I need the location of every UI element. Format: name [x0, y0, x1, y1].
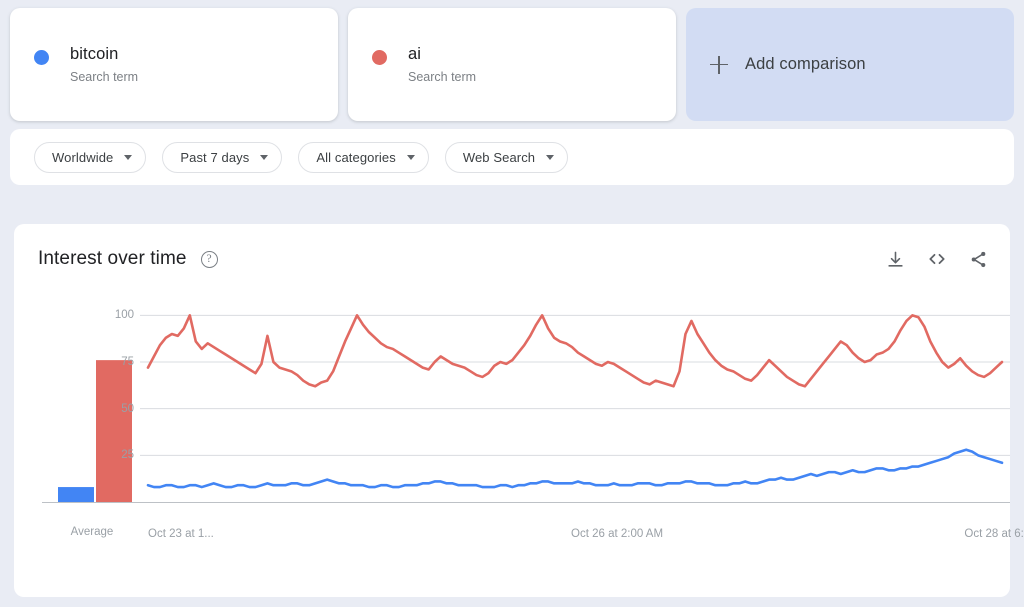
filter-search-type-dropdown[interactable]: Web Search	[444, 141, 569, 173]
chart-actions	[886, 249, 988, 269]
filter-label: Worldwide	[52, 149, 114, 165]
chevron-down-icon	[124, 154, 133, 160]
trends-page: bitcoin Search term ai Search term Add c…	[0, 0, 1024, 607]
average-bar-bitcoin	[58, 487, 94, 502]
chart-body: Average 25 50 75 100 Oct 23 at 1... Oct 26 a…	[14, 294, 1024, 597]
filter-location-dropdown[interactable]: Worldwide	[34, 141, 147, 173]
term-name: bitcoin	[70, 45, 119, 63]
share-icon[interactable]	[969, 250, 988, 269]
filter-bar: Worldwide Past 7 days All categories Web…	[10, 129, 1014, 185]
average-axis-label: Average	[70, 526, 114, 538]
chevron-down-icon	[546, 154, 555, 160]
filter-category-dropdown[interactable]: All categories	[298, 141, 429, 173]
add-comparison-label: Add comparison	[745, 55, 866, 73]
term-subtitle: Search term	[408, 70, 477, 84]
term-name: ai	[408, 45, 422, 63]
series-line-ai	[146, 314, 1004, 388]
term-card-text: ai Search term	[408, 44, 476, 85]
filter-label: Past 7 days	[180, 149, 250, 165]
legend-dot-icon	[34, 50, 49, 65]
search-term-card-ai[interactable]: ai Search term	[348, 8, 676, 121]
embed-code-icon[interactable]	[927, 249, 947, 269]
help-circle-icon[interactable]: ?	[200, 250, 218, 268]
search-term-card-bitcoin[interactable]: bitcoin Search term	[10, 8, 338, 121]
y-axis-tick-label: 25	[121, 449, 134, 462]
chevron-down-icon	[406, 154, 415, 160]
filter-label: Web Search	[462, 149, 536, 165]
filter-label: All categories	[316, 149, 396, 165]
term-card-content: bitcoin Search term	[10, 44, 138, 85]
x-axis-tick-label: Oct 26 at 2:00 AM	[571, 528, 664, 540]
term-card-content: ai Search term	[348, 44, 476, 85]
x-axis-tick-label: Oct 28 at 6:00 PM	[964, 528, 1024, 540]
filter-time-range-dropdown[interactable]: Past 7 days	[162, 141, 283, 173]
legend-dot-icon	[372, 50, 387, 65]
page-title: Interest over time	[38, 248, 187, 269]
x-axis-tick-label: Oct 23 at 1...	[148, 528, 214, 540]
average-bar-ai	[96, 360, 132, 502]
interest-over-time-card: Interest over time ? Average 25 50 75 10…	[14, 224, 1024, 597]
y-axis-tick-label: 75	[121, 356, 134, 368]
add-comparison-button[interactable]: Add comparison	[686, 8, 1014, 121]
download-icon[interactable]	[886, 250, 905, 269]
term-card-text: bitcoin Search term	[70, 44, 138, 85]
term-subtitle: Search term	[70, 70, 139, 84]
y-axis-tick-label: 100	[114, 309, 134, 322]
chart-title-group: Interest over time ?	[38, 248, 218, 270]
plus-icon	[710, 55, 728, 74]
y-axis-tick-label: 50	[121, 402, 134, 415]
chevron-down-icon	[260, 154, 269, 160]
chart-header: Interest over time ?	[14, 224, 1010, 294]
interest-line-chart[interactable]	[140, 294, 1010, 554]
